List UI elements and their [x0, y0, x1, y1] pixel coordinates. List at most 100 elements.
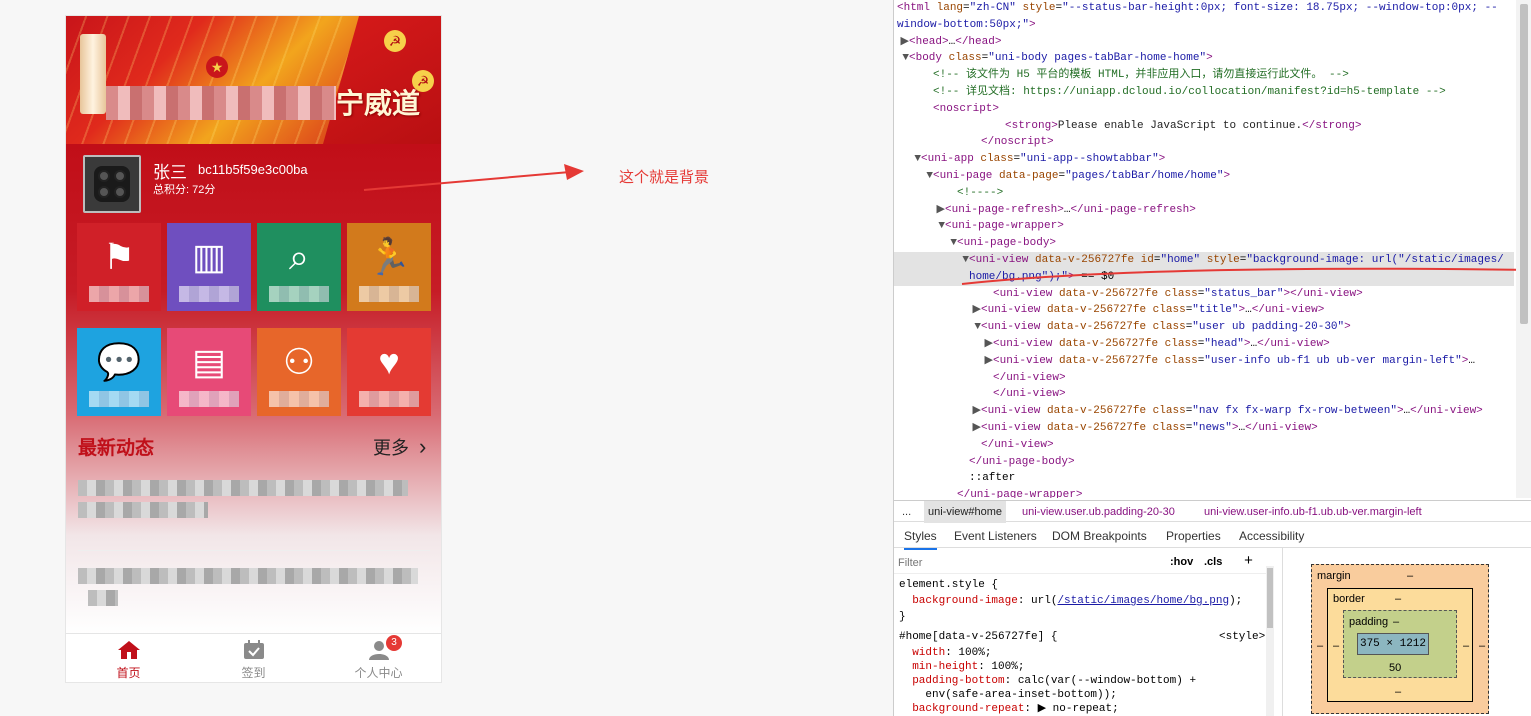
dom-node-line[interactable]: <!-- 详见文档: https://uniapp.dcloud.io/coll…: [894, 84, 1514, 101]
hero-banner: ★ ☭ ☭ 宁威道: [66, 16, 441, 144]
breadcrumb-item[interactable]: uni-view.user-info.ub-f1.ub.ub-ver.margi…: [1204, 501, 1422, 523]
breadcrumb-item[interactable]: uni-view#home: [924, 501, 1006, 523]
mobile-preview: ★ ☭ ☭ 宁威道 张三 bc11b5f59e3c00ba 总积分: 72分 ⚑…: [65, 15, 442, 683]
dom-node-line[interactable]: <!---->: [894, 185, 1514, 202]
dom-node-line[interactable]: ▼ <uni-page-body>: [894, 235, 1514, 252]
annotation-arrow: [363, 164, 584, 191]
box-model: margin – border – padding – 375 × 1212 5…: [1282, 548, 1531, 716]
dom-node-line[interactable]: ▼ <uni-app class="uni-app--showtabbar">: [894, 151, 1514, 168]
nav-tile[interactable]: ⚑: [77, 223, 161, 311]
box-model-margin-value: –: [1407, 570, 1414, 582]
avatar[interactable]: [83, 155, 141, 213]
box-model-padding-bottom: 50: [1389, 662, 1402, 674]
styles-scrollbar[interactable]: [1266, 566, 1274, 716]
news-divider: [78, 550, 430, 551]
dom-node-line[interactable]: </uni-view>: [894, 437, 1514, 454]
dom-node-line[interactable]: ▼ <uni-page data-page="pages/tabBar/home…: [894, 168, 1514, 185]
book-icon: ▥: [191, 236, 226, 277]
nav-tile-label-mosaic: [359, 286, 419, 302]
nav-tile-label-mosaic: [89, 391, 149, 407]
panel-tab[interactable]: Accessibility: [1239, 524, 1304, 548]
tab-checkin[interactable]: 签到: [191, 634, 316, 682]
news-item[interactable]: [78, 568, 418, 612]
style-rule-line[interactable]: }: [899, 610, 906, 625]
nav-tile-label-mosaic: [359, 391, 419, 407]
cls-toggle[interactable]: .cls: [1204, 556, 1222, 568]
box-model-left: –: [1333, 640, 1340, 652]
nav-tile[interactable]: 💬: [77, 328, 161, 416]
dom-tree[interactable]: <html lang="zh-CN" style="--status-bar-h…: [894, 0, 1516, 498]
dom-scrollbar[interactable]: [1516, 0, 1531, 498]
nav-tile[interactable]: ⌕: [257, 223, 341, 311]
breadcrumb: ... uni-view#home uni-view.user.ub.padding…: [894, 500, 1531, 523]
nav-tile[interactable]: ▤: [167, 328, 251, 416]
chevron-right-icon[interactable]: ›: [419, 434, 426, 460]
dom-node-line[interactable]: <html lang="zh-CN" style="--status-bar-h…: [894, 0, 1514, 17]
dom-node-line[interactable]: <strong>Please enable JavaScript to cont…: [894, 118, 1514, 135]
box-model-border-value: –: [1395, 593, 1402, 605]
news-item[interactable]: [78, 480, 418, 524]
dom-node-line[interactable]: ▶ <uni-view data-v-256727fe class="news"…: [894, 420, 1514, 437]
panel-tab[interactable]: Styles: [904, 524, 937, 550]
dom-node-line[interactable]: </noscript>: [894, 134, 1514, 151]
style-rule-line[interactable]: env(safe-area-inset-bottom));: [899, 688, 1116, 703]
dom-node-line[interactable]: </uni-page-body>: [894, 454, 1514, 471]
red-underline-annotation: [961, 267, 1531, 285]
filter-row: :hov .cls +: [894, 552, 1274, 574]
dom-node-line[interactable]: ▶ <uni-view data-v-256727fe class="nav f…: [894, 403, 1514, 420]
nav-tile-label-mosaic: [179, 391, 239, 407]
nav-tile[interactable]: ⚇: [257, 328, 341, 416]
nav-tile[interactable]: ▥: [167, 223, 251, 311]
laptop-heart-icon: ♥: [378, 341, 400, 382]
user-points: 总积分: 72分: [153, 184, 216, 196]
dom-node-line[interactable]: ▶ <uni-page-refresh>…</uni-page-refresh>: [894, 202, 1514, 219]
filter-input[interactable]: [898, 554, 1158, 572]
calendar-check-icon: [244, 640, 264, 659]
style-rule-line[interactable]: background-image: url(/static/images/hom…: [899, 594, 1242, 609]
new-rule-button[interactable]: +: [1244, 553, 1253, 570]
breadcrumb-item[interactable]: uni-view.user.ub.padding-20-30: [1022, 501, 1175, 523]
dom-node-line[interactable]: ▼ <body class="uni-body pages-tabBar-hom…: [894, 50, 1514, 67]
box-model-right: –: [1463, 640, 1470, 652]
notification-badge: 3: [386, 635, 402, 651]
tab-home[interactable]: 首页: [66, 634, 191, 682]
dom-node-line[interactable]: <uni-view data-v-256727fe class="status_…: [894, 286, 1514, 303]
dom-node-line[interactable]: ▶ <uni-view data-v-256727fe class="title…: [894, 302, 1514, 319]
dom-node-line[interactable]: ▶ <uni-view data-v-256727fe class="user-…: [894, 353, 1514, 370]
style-rule-line[interactable]: width: 100%;: [899, 646, 991, 661]
panel-tab[interactable]: DOM Breakpoints: [1052, 524, 1147, 548]
box-model-border-bottom: –: [1395, 686, 1402, 698]
dom-node-line[interactable]: ▶ <head>…</head>: [894, 34, 1514, 51]
nav-tile-label-mosaic: [269, 286, 329, 302]
style-rule-line[interactable]: element.style {: [899, 578, 998, 593]
dom-node-line[interactable]: window-bottom:50px;">: [894, 17, 1514, 34]
style-rule-line[interactable]: min-height: 100%;: [899, 660, 1024, 675]
dom-node-line[interactable]: <!-- 该文件为 H5 平台的模板 HTML，并非应用入口，请勿直接运行此文件…: [894, 67, 1514, 84]
user-name: 张三: [153, 163, 187, 182]
news-more-link[interactable]: 更多: [373, 434, 409, 460]
dom-node-line[interactable]: </uni-page-wrapper>: [894, 487, 1514, 498]
style-rule-line[interactable]: background-repeat: ▶ no-repeat;: [899, 702, 1119, 716]
breadcrumb-item[interactable]: ...: [902, 501, 911, 523]
user-id: bc11b5f59e3c00ba: [198, 162, 308, 177]
style-rule-line[interactable]: padding-bottom: calc(var(--window-bottom…: [899, 674, 1196, 689]
dom-node-line[interactable]: ▼ <uni-view data-v-256727fe class="user …: [894, 319, 1514, 336]
box-model-padding-label: padding: [1349, 616, 1389, 628]
style-rule-line[interactable]: #home[data-v-256727fe] {<style>: [899, 630, 1265, 645]
news-item-title-mosaic: [78, 568, 418, 584]
dom-node-line[interactable]: ▶ <uni-view data-v-256727fe class="head"…: [894, 336, 1514, 353]
news-item-title-mosaic: [78, 502, 208, 518]
tab-profile[interactable]: 3 个人中心: [316, 634, 441, 682]
dom-node-line[interactable]: </uni-view>: [894, 370, 1514, 387]
hov-toggle[interactable]: :hov: [1170, 556, 1193, 568]
dom-node-line[interactable]: ▼ <uni-page-wrapper>: [894, 218, 1514, 235]
devtools-panel: <html lang="zh-CN" style="--status-bar-h…: [893, 0, 1531, 716]
nav-tile[interactable]: 🏃: [347, 223, 431, 311]
dom-node-line[interactable]: ::after: [894, 470, 1514, 487]
panel-tab[interactable]: Event Listeners: [954, 524, 1037, 548]
dom-node-line[interactable]: <noscript>: [894, 101, 1514, 118]
nav-tile[interactable]: ♥: [347, 328, 431, 416]
panel-tab[interactable]: Properties: [1166, 524, 1221, 548]
dom-node-line[interactable]: </uni-view>: [894, 386, 1514, 403]
nav-tile-label-mosaic: [269, 391, 329, 407]
